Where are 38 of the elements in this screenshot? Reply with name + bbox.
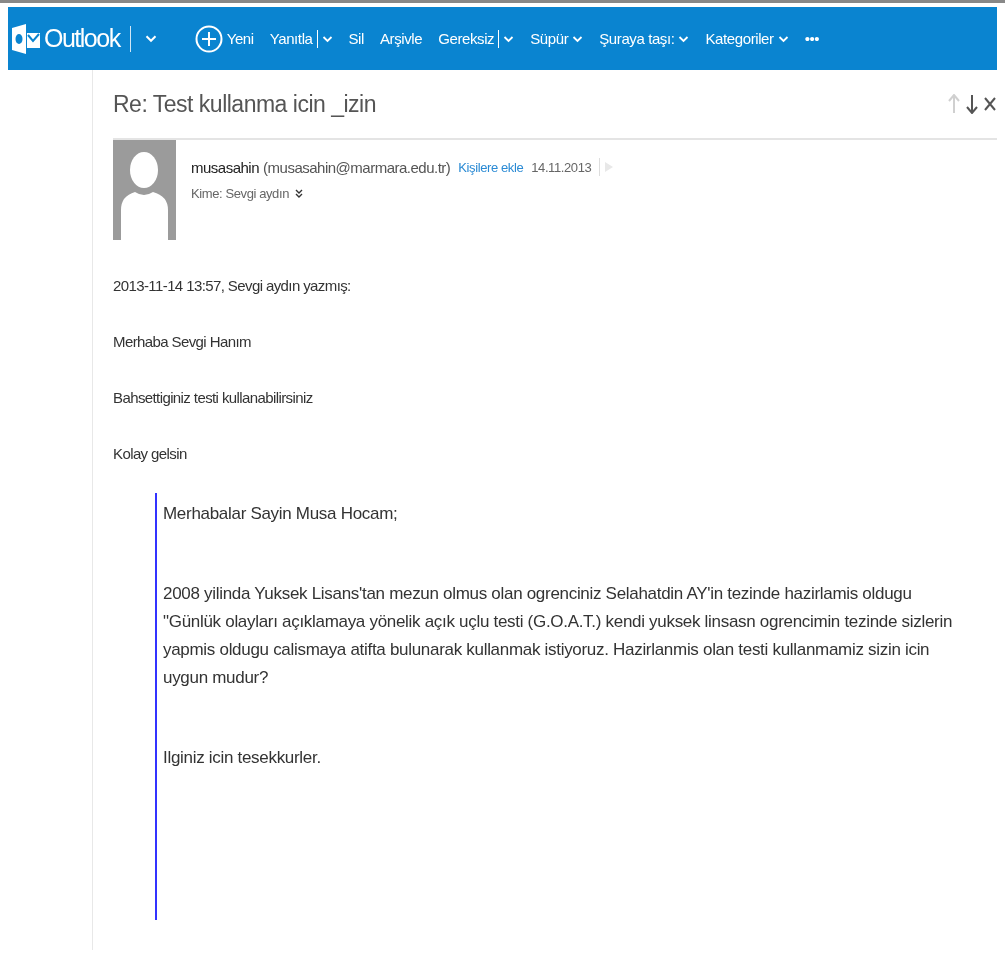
caret-icon [321,34,333,43]
caret-icon [777,34,789,43]
toolbar-button[interactable]: Gereksiz [430,29,523,48]
sender-name: musasahin [191,158,260,176]
up-arrow-icon [948,94,960,114]
recipient-text: Kime: Sevgi aydın [191,186,289,201]
app-name: Outlook [44,24,120,53]
plus-icon [194,24,223,53]
close-icon [984,97,996,111]
down-arrow-icon [966,94,978,114]
body-text: 2013-11-14 13:57, Sevgi aydın yazmış: [113,276,352,295]
toolbar-button[interactable]: Yeni [186,24,262,53]
quote-text: Ilginiz icin tesekkurler. [163,747,322,769]
toolbar-button[interactable]: ••• [796,30,828,47]
expand-recipients-button[interactable] [295,189,303,198]
body-text: Bahsettiginiz testi kullanabilirsiniz [113,388,314,407]
body-text: Kolay gelsin [113,444,188,463]
body-text: Merhaba Sevgi Hanım [113,332,252,351]
outlook-logo-icon [12,23,40,54]
caret-icon [503,34,515,43]
toolbar-button[interactable]: Sil [340,30,372,47]
caret-icon [144,34,157,43]
toolbar-button[interactable]: Kategoriler [697,30,797,47]
next-button[interactable] [965,94,979,114]
message-date: 14.11.2013 [531,159,592,175]
toolbar-button[interactable]: Şuraya taşı: [591,30,698,47]
avatar-icon [113,140,176,240]
quote-text: 2008 yilinda Yuksek Lisans'tan mezun olmus olan ogrenciniz Selahatdin AY'in tezinde hazirlamis oldugu "Günlük olayları açıklamaya yönelik açık uçlu testi (G.O.A.T.) kendi yuksek linsasn ogrencimin tezinde sizlerin yapmis oldugu calismaya atifta bulunarak kullanmak istiyoruz. Hazirlanmis olan testi kullanmamiz sizin icin uygun mudur? [163,583,954,689]
message-subject: Re: Test kullanma icin _izin [113,90,376,118]
caret-icon [678,34,690,43]
toolbar-button[interactable]: Arşivle [372,30,431,47]
caret-icon [572,34,584,43]
sender-email: (musasahin@marmara.edu.tr) [263,158,451,176]
toolbar-button[interactable]: Süpür [522,30,592,47]
quote-text: Merhabalar Sayin Musa Hocam; [163,503,399,525]
toolbar-button[interactable]: Yanıtla [261,29,341,48]
double-chevron-icon [295,189,303,198]
add-contact-link[interactable]: Kişilere ekle [458,159,524,175]
